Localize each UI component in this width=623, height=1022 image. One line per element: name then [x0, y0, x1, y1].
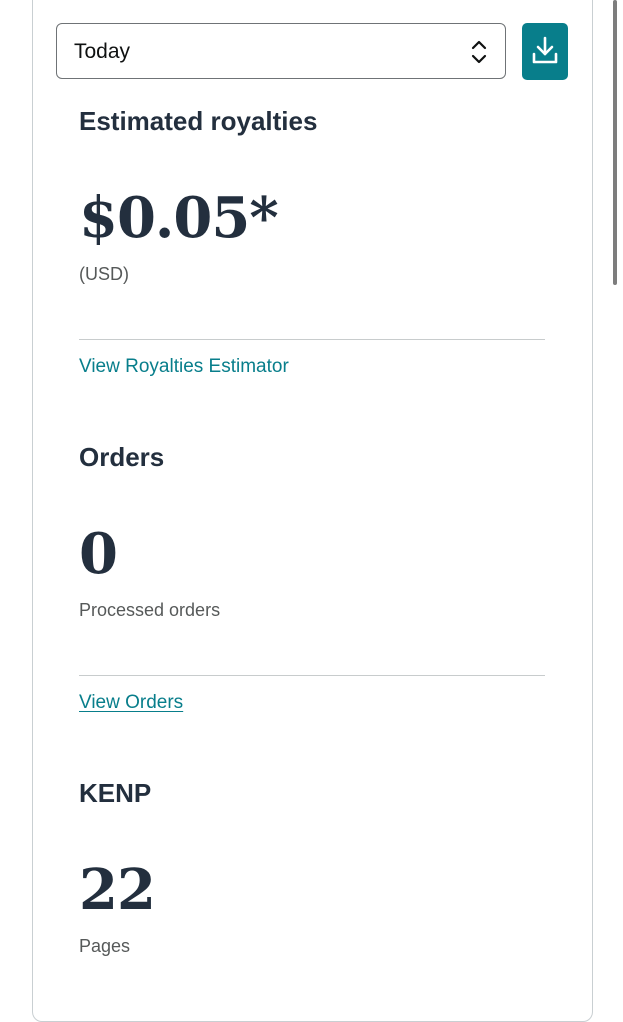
royalties-currency: (USD): [79, 264, 129, 284]
view-royalties-estimator-link[interactable]: View Royalties Estimator: [79, 356, 289, 378]
divider: [79, 339, 545, 340]
royalties-value: $0.05*: [79, 185, 279, 251]
download-button[interactable]: [522, 23, 568, 80]
orders-sublabel: Processed orders: [79, 600, 221, 620]
period-select-value: Today: [74, 40, 131, 63]
orders-value: 0: [79, 521, 118, 587]
scrollbar-thumb[interactable]: [613, 0, 617, 285]
kenp-value: 22: [79, 857, 156, 923]
divider: [79, 675, 545, 676]
scrollbar[interactable]: [612, 0, 618, 1000]
kenp-sublabel: Pages: [79, 936, 131, 956]
kenp-heading: KENP: [79, 778, 152, 808]
view-orders-link[interactable]: View Orders: [79, 692, 183, 714]
chevron-up-down-icon: [469, 37, 489, 67]
period-select[interactable]: Today: [56, 23, 506, 79]
orders-heading: Orders: [79, 442, 165, 472]
royalties-heading: Estimated royalties: [79, 106, 318, 136]
